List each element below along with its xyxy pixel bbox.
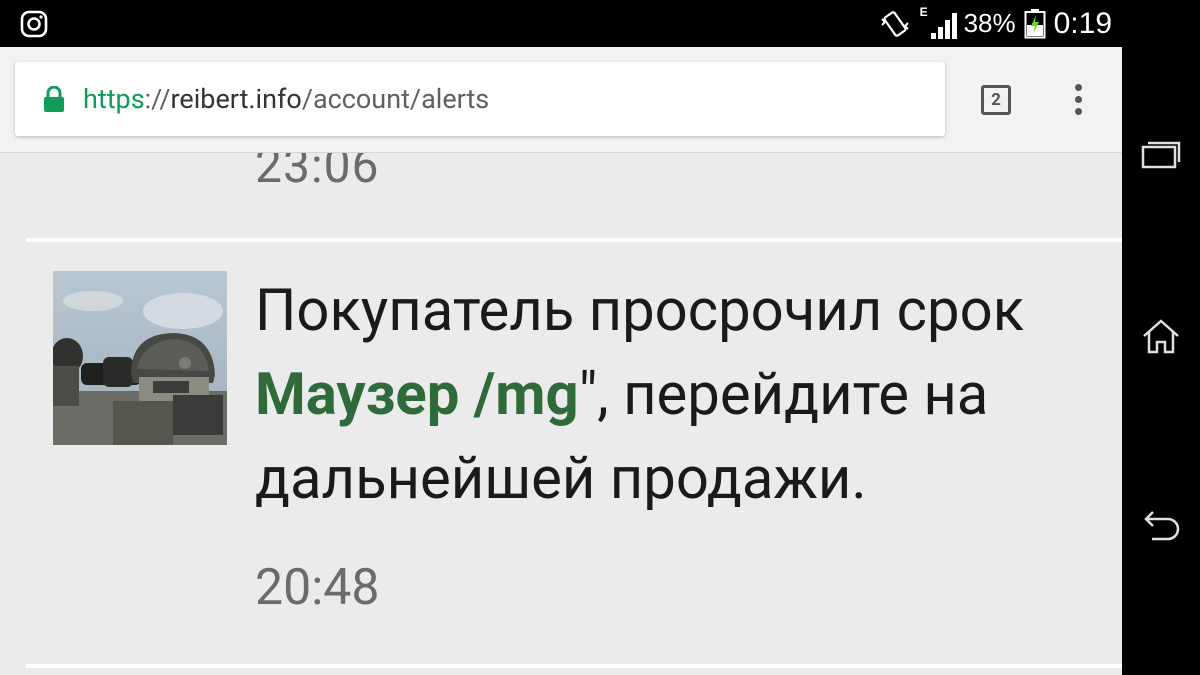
- signal-icon: E: [920, 5, 957, 41]
- home-icon[interactable]: [1140, 316, 1182, 358]
- url-text[interactable]: https://reibert.info/account/alerts: [83, 83, 489, 115]
- alert-line-2-suffix: ", перейдите на: [578, 361, 989, 429]
- browser-viewport[interactable]: 23:06 Покупатель просрочил срок Маузер /…: [0, 47, 1122, 675]
- back-icon[interactable]: [1140, 505, 1182, 547]
- url-separator: ://: [144, 83, 171, 115]
- url-scheme: https: [83, 83, 145, 115]
- clock: 0:19: [1053, 6, 1112, 40]
- url-path: /account/alerts: [301, 83, 490, 115]
- lock-icon: [44, 86, 64, 112]
- recent-apps-icon[interactable]: [1140, 134, 1182, 176]
- alert-item: Покупатель просрочил срок Маузер /mg", п…: [0, 269, 1122, 649]
- vibrate-icon: [880, 10, 909, 37]
- alert-message: Покупатель просрочил срок Маузер /mg", п…: [255, 269, 1122, 521]
- soldier-photo-image: [53, 271, 227, 445]
- avatar[interactable]: [53, 271, 227, 445]
- battery-charging-icon: [1024, 8, 1046, 38]
- status-bar: E 38% 0:19: [0, 0, 1122, 47]
- browser-toolbar: https://reibert.info/account/alerts 2: [0, 47, 1122, 153]
- alert-line-3: дальнейшей продажи.: [255, 445, 867, 513]
- alert-thread-link[interactable]: Маузер /mg: [255, 361, 579, 429]
- alert-divider: [26, 238, 1122, 242]
- overflow-menu-icon[interactable]: [1066, 81, 1090, 121]
- battery-percent: 38%: [963, 8, 1016, 38]
- url-host: reibert.info: [170, 83, 302, 115]
- instagram-icon: [20, 10, 48, 38]
- alert-line-2: Маузер /mg", перейдите на: [255, 353, 1122, 437]
- alert-divider: [26, 664, 1122, 668]
- navigation-bar: [1122, 0, 1200, 675]
- tab-switcher-button[interactable]: 2: [981, 85, 1011, 115]
- alert-time: 20:48: [255, 559, 380, 617]
- url-bar[interactable]: https://reibert.info/account/alerts: [15, 62, 945, 136]
- alert-line-1: Покупатель просрочил срок: [255, 277, 1025, 345]
